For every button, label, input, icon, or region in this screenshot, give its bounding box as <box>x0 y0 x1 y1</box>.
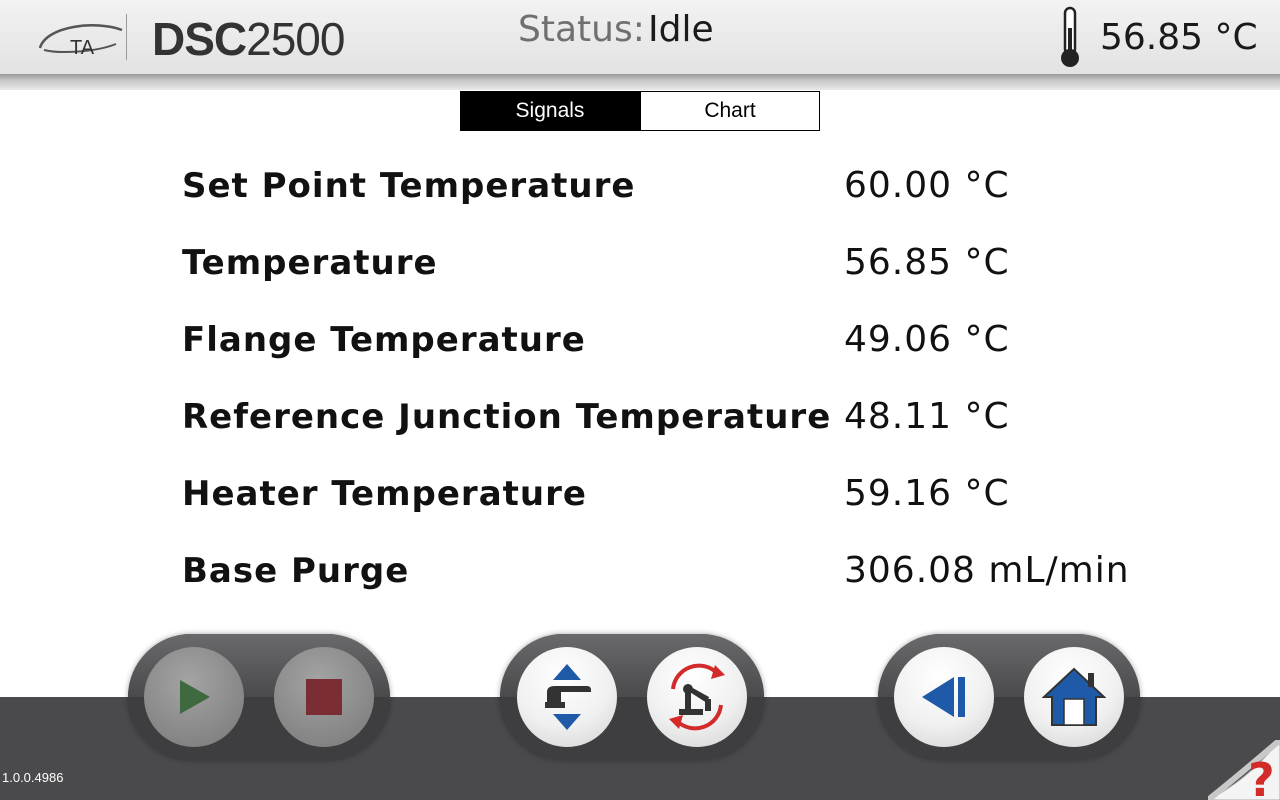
home-button[interactable] <box>1024 647 1124 747</box>
signal-row-flange: Flange Temperature 49.06 °C <box>0 310 1280 370</box>
back-icon <box>922 677 965 717</box>
back-button[interactable] <box>894 647 994 747</box>
stop-icon <box>306 679 342 715</box>
signal-label: Set Point Temperature <box>182 166 636 206</box>
help-icon[interactable]: ? <box>1208 740 1280 800</box>
signal-label: Temperature <box>182 243 438 283</box>
status-value: Idle <box>648 9 714 50</box>
product-name-number: 2500 <box>246 13 345 65</box>
logo-divider <box>126 14 127 60</box>
logo-text: TA <box>70 37 95 59</box>
tab-signals[interactable]: Signals <box>460 91 640 131</box>
signal-label: Base Purge <box>182 551 410 591</box>
signal-row-base-purge: Base Purge 306.08 mL/min <box>0 541 1280 601</box>
home-icon <box>1042 667 1106 726</box>
signal-row-temperature: Temperature 56.85 °C <box>0 233 1280 293</box>
signal-value: 56.85 °C <box>844 242 1010 283</box>
ta-logo: TA <box>38 24 123 59</box>
lid-button[interactable] <box>517 647 617 747</box>
signal-value: 59.16 °C <box>844 473 1010 514</box>
autosampler-button[interactable] <box>647 647 747 747</box>
tab-chart[interactable]: Chart <box>640 91 820 131</box>
help-symbol: ? <box>1248 753 1275 800</box>
run-controls-group <box>128 634 390 760</box>
start-button[interactable] <box>144 647 244 747</box>
instrument-controls-group <box>500 634 764 760</box>
play-icon <box>180 680 210 714</box>
signal-value: 49.06 °C <box>844 319 1010 360</box>
signal-row-set-point: Set Point Temperature 60.00 °C <box>0 156 1280 216</box>
navigation-group <box>878 634 1140 760</box>
product-name-bold: DSC <box>152 13 247 65</box>
signal-label: Reference Junction Temperature <box>182 397 832 437</box>
signal-label: Heater Temperature <box>182 474 587 514</box>
signal-value: 48.11 °C <box>844 396 1010 437</box>
stop-button[interactable] <box>274 647 374 747</box>
signal-value: 306.08 mL/min <box>844 550 1130 591</box>
thermometer-icon <box>1061 6 1079 67</box>
header-divider <box>0 74 1280 90</box>
lid-up-down-icon <box>545 664 591 730</box>
header-temperature: 56.85 °C <box>1100 17 1258 58</box>
status-label: Status: <box>518 9 645 50</box>
signal-row-reference-junction: Reference Junction Temperature 48.11 °C <box>0 387 1280 447</box>
signal-label: Flange Temperature <box>182 320 586 360</box>
signal-row-heater: Heater Temperature 59.16 °C <box>0 464 1280 524</box>
version-label: 1.0.0.4986 <box>2 770 64 785</box>
product-name: DSC2500 <box>152 12 345 66</box>
view-tabs: Signals Chart <box>460 91 820 131</box>
autosampler-icon <box>669 663 725 731</box>
signal-value: 60.00 °C <box>844 165 1010 206</box>
